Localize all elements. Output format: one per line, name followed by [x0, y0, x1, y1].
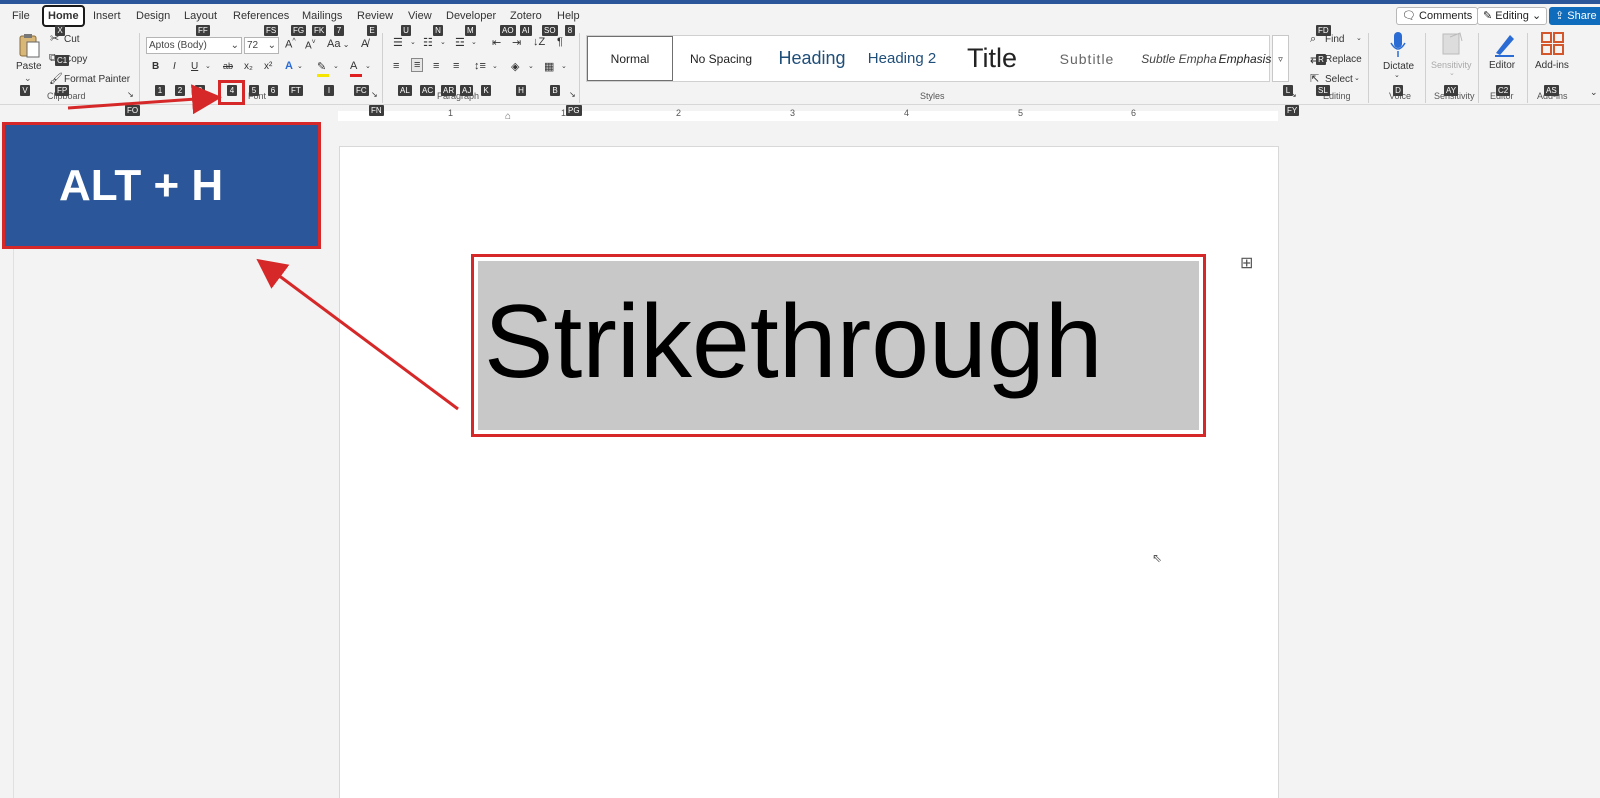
arrow-to-keytip — [67, 84, 222, 115]
arrow-to-callout — [256, 258, 459, 411]
annotation-arrows — [67, 84, 459, 411]
